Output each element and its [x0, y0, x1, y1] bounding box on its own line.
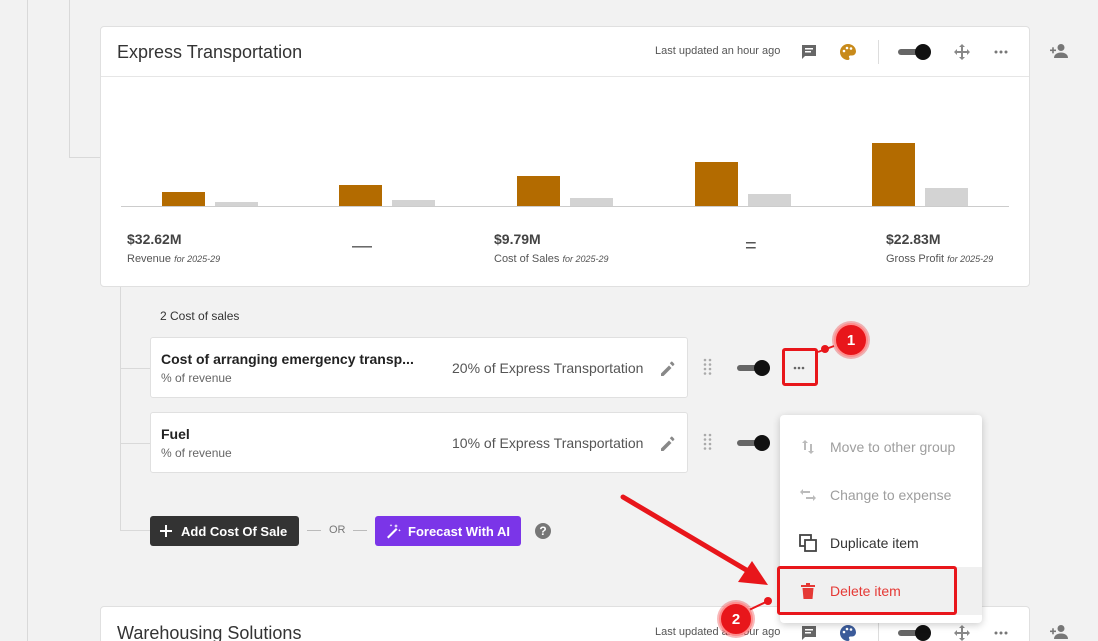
- annotation-arrows: [620, 345, 835, 611]
- step-1-badge: 1: [834, 323, 868, 357]
- step-2-badge: 2: [719, 602, 753, 636]
